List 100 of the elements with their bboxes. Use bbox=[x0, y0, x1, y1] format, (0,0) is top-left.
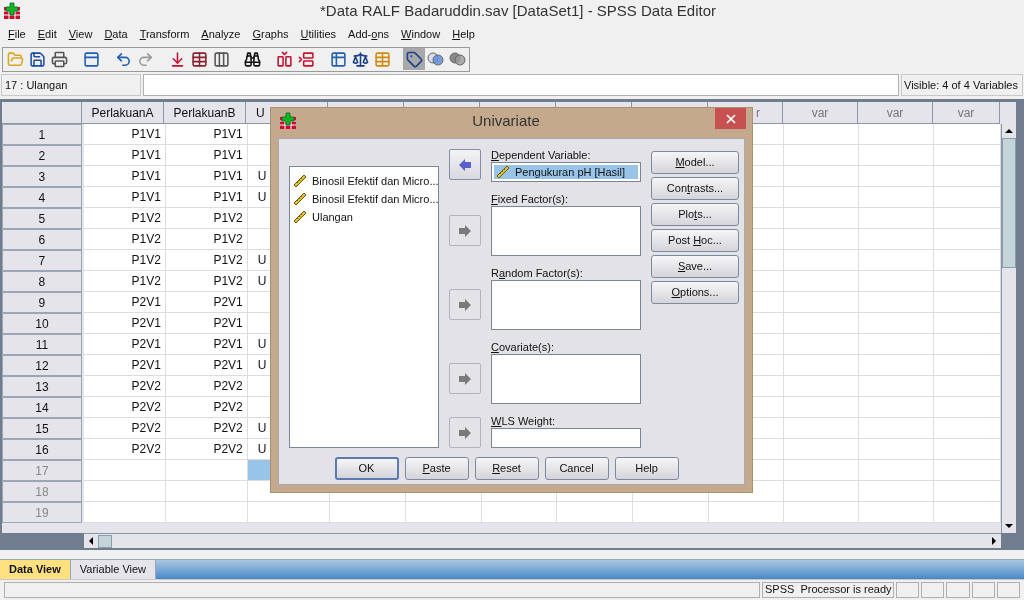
row-header[interactable]: 16 bbox=[2, 439, 82, 460]
dialog-button[interactable]: Cancel bbox=[544, 457, 609, 480]
table-cell[interactable]: P1V2 bbox=[165, 250, 248, 271]
menu-item[interactable]: Transform bbox=[133, 25, 196, 43]
table-cell[interactable] bbox=[934, 502, 1001, 523]
dialog-button[interactable]: Paste bbox=[404, 457, 469, 480]
menu-item[interactable]: Analyze bbox=[195, 25, 247, 43]
table-cell[interactable]: P2V2 bbox=[165, 397, 248, 418]
table-cell[interactable]: P2V1 bbox=[83, 334, 166, 355]
table-cell[interactable]: P1V1 bbox=[165, 124, 248, 145]
column-header[interactable]: PerlakuanA bbox=[82, 102, 164, 124]
row-header[interactable]: 11 bbox=[2, 334, 82, 355]
close-button[interactable] bbox=[715, 108, 746, 129]
table-cell[interactable] bbox=[165, 460, 248, 481]
table-cell[interactable] bbox=[784, 355, 860, 376]
table-cell[interactable] bbox=[934, 460, 1001, 481]
table-cell[interactable] bbox=[784, 250, 860, 271]
table-cell[interactable]: P1V1 bbox=[83, 124, 166, 145]
dialog-button[interactable]: OK bbox=[334, 457, 399, 480]
table-cell[interactable] bbox=[934, 418, 1001, 439]
row-header[interactable]: 7 bbox=[2, 250, 82, 271]
table-cell[interactable] bbox=[859, 376, 935, 397]
table-cell[interactable] bbox=[859, 355, 935, 376]
table-cell[interactable] bbox=[934, 334, 1001, 355]
table-cell[interactable]: P2V1 bbox=[83, 355, 166, 376]
row-header[interactable]: 2 bbox=[2, 145, 82, 166]
column-header[interactable]: var bbox=[783, 102, 858, 124]
table-cell[interactable] bbox=[859, 292, 935, 313]
row-header[interactable]: 6 bbox=[2, 229, 82, 250]
row-header[interactable]: 10 bbox=[2, 313, 82, 334]
table-cell[interactable]: P1V1 bbox=[83, 187, 166, 208]
table-cell[interactable] bbox=[784, 397, 860, 418]
horizontal-scrollbar[interactable] bbox=[84, 533, 1001, 548]
table-cell[interactable] bbox=[859, 124, 935, 145]
table-cell[interactable]: P1V2 bbox=[83, 250, 166, 271]
table-cell[interactable] bbox=[934, 187, 1001, 208]
row-header[interactable]: 13 bbox=[2, 376, 82, 397]
table-cell[interactable] bbox=[83, 460, 166, 481]
dialog-button[interactable]: Model... bbox=[651, 151, 739, 174]
table-cell[interactable] bbox=[784, 418, 860, 439]
table-cell[interactable] bbox=[784, 229, 860, 250]
row-header[interactable]: 14 bbox=[2, 397, 82, 418]
table-cell[interactable] bbox=[934, 250, 1001, 271]
table-cell[interactable] bbox=[934, 355, 1001, 376]
table-cell[interactable] bbox=[481, 502, 558, 523]
table-cell[interactable]: P1V1 bbox=[83, 166, 166, 187]
dialog-button[interactable]: Save... bbox=[651, 255, 739, 278]
variable-list-field[interactable] bbox=[491, 354, 641, 404]
table-cell[interactable]: P1V1 bbox=[165, 187, 248, 208]
table-cell[interactable]: P1V1 bbox=[165, 166, 248, 187]
table-cell[interactable] bbox=[934, 124, 1001, 145]
table-cell[interactable] bbox=[83, 502, 166, 523]
table-cell[interactable] bbox=[83, 481, 166, 502]
table-cell[interactable]: P1V1 bbox=[83, 145, 166, 166]
table-cell[interactable] bbox=[784, 292, 860, 313]
table-cell[interactable] bbox=[859, 502, 935, 523]
table-cell[interactable] bbox=[934, 481, 1001, 502]
dialog-button[interactable]: Help bbox=[614, 457, 679, 480]
table-cell[interactable] bbox=[859, 208, 935, 229]
table-cell[interactable]: P1V2 bbox=[83, 271, 166, 292]
variable-item[interactable]: Ulangan bbox=[292, 209, 438, 225]
menu-item[interactable]: Utilities bbox=[294, 25, 343, 43]
table-cell[interactable] bbox=[934, 439, 1001, 460]
view-tab[interactable]: Data View bbox=[0, 560, 71, 579]
menu-item[interactable]: Help bbox=[446, 25, 481, 43]
variable-list[interactable]: Binosil Efektif dan Micro... Binosil Efektif dan Micro... Ulangan bbox=[289, 166, 439, 448]
row-header[interactable]: 8 bbox=[2, 271, 82, 292]
table-cell[interactable]: P2V2 bbox=[165, 418, 248, 439]
table-cell[interactable] bbox=[934, 376, 1001, 397]
table-cell[interactable]: P1V2 bbox=[165, 208, 248, 229]
column-header[interactable]: PerlakuanB bbox=[164, 102, 246, 124]
column-header[interactable]: var bbox=[858, 102, 933, 124]
table-cell[interactable] bbox=[859, 271, 935, 292]
table-cell[interactable] bbox=[784, 166, 860, 187]
table-cell[interactable]: P2V2 bbox=[165, 376, 248, 397]
dialog-button[interactable]: Options... bbox=[651, 281, 739, 304]
row-header[interactable]: 12 bbox=[2, 355, 82, 376]
menu-item[interactable]: Add-ons bbox=[342, 25, 396, 43]
table-cell[interactable]: P2V2 bbox=[83, 376, 166, 397]
table-cell[interactable] bbox=[859, 397, 935, 418]
table-cell[interactable]: P2V1 bbox=[83, 292, 166, 313]
menu-item[interactable]: Data bbox=[98, 25, 134, 43]
variable-list-field[interactable] bbox=[491, 206, 641, 256]
tag-button[interactable] bbox=[403, 48, 426, 70]
table-cell[interactable]: P2V1 bbox=[165, 355, 248, 376]
table-cell[interactable]: P1V2 bbox=[83, 229, 166, 250]
table-cell[interactable]: P2V2 bbox=[83, 418, 166, 439]
scroll-thumb[interactable] bbox=[98, 534, 112, 548]
table-cell[interactable] bbox=[859, 439, 935, 460]
vertical-scrollbar[interactable] bbox=[1001, 124, 1016, 533]
table-cell[interactable]: P1V2 bbox=[165, 229, 248, 250]
dialog-button[interactable]: Post Hoc... bbox=[651, 229, 739, 252]
table-cell[interactable]: P1V2 bbox=[165, 271, 248, 292]
scroll-thumb[interactable] bbox=[1002, 138, 1016, 268]
table-cell[interactable]: P2V1 bbox=[165, 292, 248, 313]
table-cell[interactable] bbox=[784, 439, 860, 460]
table-cell[interactable]: P2V2 bbox=[83, 397, 166, 418]
table-cell[interactable] bbox=[784, 460, 860, 481]
table-cell[interactable] bbox=[859, 481, 935, 502]
table-cell[interactable] bbox=[859, 334, 935, 355]
